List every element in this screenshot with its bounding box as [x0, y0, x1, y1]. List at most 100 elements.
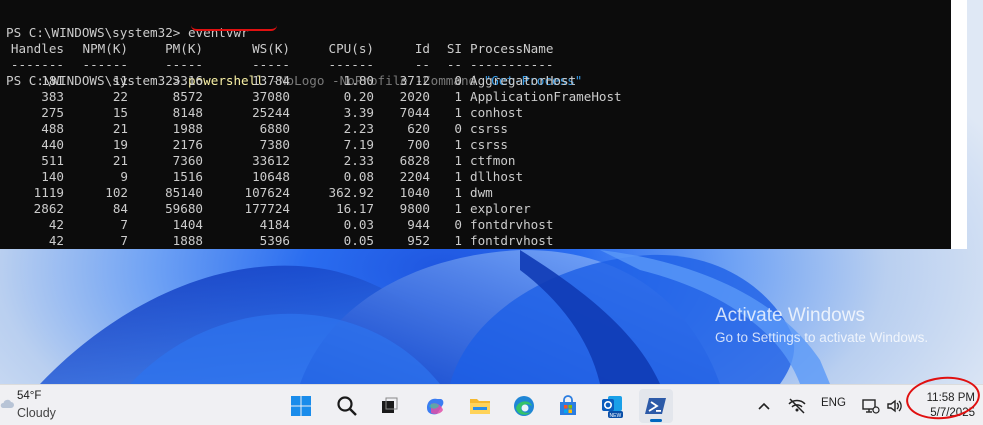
copilot-button[interactable] [418, 389, 452, 423]
task-view-icon [382, 397, 398, 413]
cell-npm: 22 [112, 89, 128, 104]
cell-handles: 2862 [33, 201, 64, 216]
cell-processname: conhost [470, 105, 524, 120]
cell-processname: AggregatorHost [470, 73, 577, 88]
network-button[interactable] [860, 389, 882, 423]
cell-handles: 181 [41, 73, 64, 88]
previous-command-line: PS C:\WINDOWS\system32> eventvwr [6, 25, 249, 40]
header-processname: ProcessName [470, 41, 554, 56]
cell-processname: fontdrvhost [470, 233, 554, 248]
edge-button[interactable] [507, 389, 541, 423]
cell-npm: 9 [120, 169, 128, 184]
file-explorer-icon [470, 399, 490, 414]
cell-handles: 383 [41, 89, 64, 104]
cell-pm: 8572 [172, 89, 203, 104]
no-internet-icon [788, 398, 806, 414]
cell-processname: fontdrvhost [470, 217, 554, 232]
volume-button[interactable] [882, 389, 908, 423]
cell-processname: ctfmon [470, 153, 516, 168]
cell-handles: 42 [48, 233, 64, 248]
cell-pm: 8148 [172, 105, 203, 120]
cell-npm: 11 [112, 73, 128, 88]
cell-id: 2020 [399, 89, 430, 104]
cell-handles: 440 [41, 137, 64, 152]
copilot-icon [427, 398, 444, 415]
show-hidden-icons-button[interactable] [749, 389, 779, 423]
network-icon [862, 399, 880, 414]
language-indicator[interactable]: ENG [821, 397, 846, 409]
taskbar: 54°F Cloudy NEW ENG 11:58 PM 5/7/2025 [0, 384, 983, 425]
header-handles: Handles [10, 41, 64, 56]
cell-handles: 140 [41, 169, 64, 184]
cell-npm: 15 [112, 105, 128, 120]
cell-si: 1 [454, 105, 462, 120]
cell-cpu: 2.23 [343, 121, 374, 136]
watermark-subtitle: Go to Settings to activate Windows. [715, 330, 929, 345]
cell-pm: 1888 [172, 233, 203, 248]
dash: ----------- [470, 57, 554, 72]
cell-cpu: 16.17 [336, 201, 374, 216]
start-button[interactable] [284, 389, 318, 423]
cell-ws: 6880 [259, 121, 290, 136]
terminal-scrollbar[interactable] [951, 0, 967, 249]
powershell-icon [645, 398, 666, 414]
cell-id: 620 [407, 121, 430, 136]
cell-ws: 25244 [252, 105, 290, 120]
cell-id: 2204 [399, 169, 430, 184]
cell-cpu: 1.80 [343, 73, 374, 88]
network-status-button[interactable] [781, 389, 813, 423]
cell-si: 1 [454, 153, 462, 168]
cell-ws: 107624 [244, 185, 291, 200]
cell-ws: 177724 [244, 201, 291, 216]
cell-cpu: 0.20 [343, 89, 374, 104]
search-icon [337, 396, 357, 416]
cell-ws: 10648 [252, 169, 290, 184]
cell-ws: 7380 [259, 137, 290, 152]
cell-cpu: 0.08 [343, 169, 374, 184]
cell-pm: 2176 [172, 137, 203, 152]
table-row: 383 22 8572 37080 0.20 2020 1 ApplicationFrameH… [6, 89, 621, 105]
dash: ----- [165, 57, 203, 72]
store-button[interactable] [551, 389, 585, 423]
powershell-terminal[interactable]: PS C:\WINDOWS\system32> eventvwr PS C:\W… [0, 0, 967, 249]
cell-npm: 21 [112, 153, 128, 168]
cell-si: 1 [454, 169, 462, 184]
task-view-button[interactable] [372, 389, 406, 423]
dash: -- [414, 57, 430, 72]
cell-ws: 5396 [259, 233, 290, 248]
cell-id: 3712 [399, 73, 430, 88]
cell-id: 6828 [399, 153, 430, 168]
cell-processname: csrss [470, 137, 508, 152]
cell-processname: dwm [470, 185, 493, 200]
process-table: Handles NPM(K) PM(K) WS(K) CPU(s) Id SI … [6, 41, 622, 249]
header-id: Id [414, 41, 430, 56]
cell-cpu: 2.33 [343, 153, 374, 168]
watermark-title: Activate Windows [715, 305, 865, 326]
cell-id: 700 [407, 137, 430, 152]
cell-handles: 275 [41, 105, 64, 120]
cell-pm: 85140 [165, 185, 203, 200]
powershell-taskbar-button[interactable] [639, 389, 673, 423]
cell-si: 1 [454, 89, 462, 104]
weather-temperature: 54°F [17, 390, 42, 402]
cloud-icon [0, 399, 14, 408]
search-button[interactable] [330, 389, 364, 423]
edge-icon [514, 396, 534, 416]
weather-widget[interactable]: 54°F Cloudy [0, 389, 80, 423]
cell-pm: 7360 [172, 153, 203, 168]
start-icon [291, 396, 311, 416]
cell-npm: 102 [105, 185, 128, 200]
cell-npm: 84 [112, 201, 128, 216]
header-npm: NPM(K) [82, 41, 129, 56]
cell-id: 944 [407, 217, 430, 232]
cell-npm: 7 [120, 217, 128, 232]
table-row: 511 21 7360 33612 2.33 6828 1 ctfmon [6, 153, 515, 169]
cell-npm: 7 [120, 233, 128, 248]
cell-id: 9800 [399, 201, 430, 216]
outlook-new-icon: NEW [602, 396, 623, 419]
outlook-new-button[interactable]: NEW [595, 389, 629, 423]
cell-handles: 511 [41, 153, 64, 168]
table-row: 181 11 3316 13784 1.80 3712 0 AggregatorHost [6, 73, 576, 89]
file-explorer-button[interactable] [463, 389, 497, 423]
cell-id: 7044 [399, 105, 430, 120]
